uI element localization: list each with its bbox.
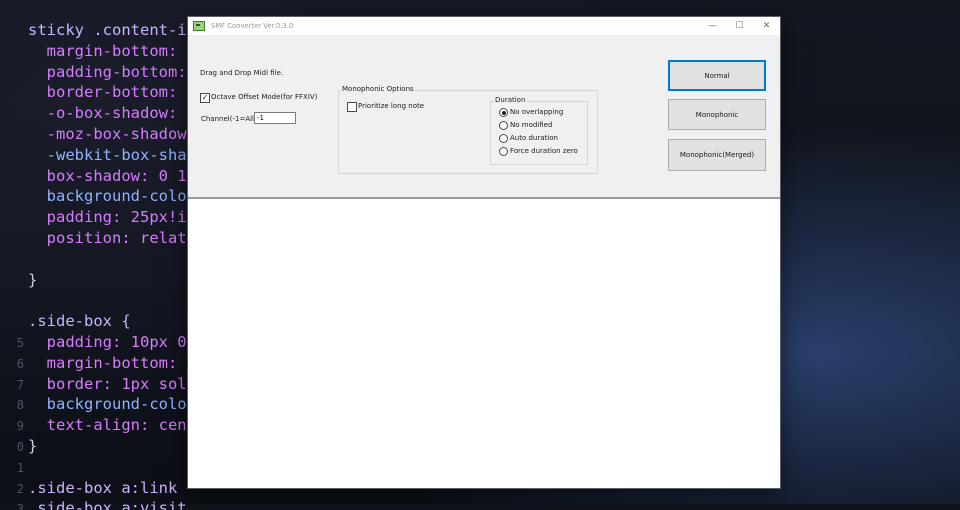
line-number: 9 [16,419,24,434]
prioritize-long-note-checkbox[interactable] [347,102,357,112]
drop-area[interactable] [188,199,780,488]
code-text: margin-bottom: 1 [28,353,196,372]
radio-auto-duration[interactable] [499,134,508,143]
code-text: .side-box a:link [28,478,178,497]
minimize-icon: — [708,21,717,31]
check-icon: ✓ [201,93,209,102]
normal-button[interactable]: Normal [668,60,766,91]
code-text: background-color [28,187,196,206]
line-number: 3 [16,502,24,510]
line-number: 7 [16,377,24,392]
title-bar[interactable]: SMF Converter Ver.0.3.0 — ☐ ✕ [188,17,780,35]
code-text: margin-bottom: 0px [28,41,215,60]
code-text: position: relati [28,228,196,247]
monophonic-button[interactable]: Monophonic [668,99,766,130]
line-number: 0 [16,439,24,454]
code-text: -webkit-box-shado [28,145,206,164]
code-text: -moz-box-shadow: 0 [28,124,215,143]
duration-title: Duration [494,96,527,104]
code-text: box-shadow: 0 1px [28,166,206,185]
client-area: Drag and Drop Midi file. ✓ Octave Offset… [188,35,780,488]
close-button[interactable]: ✕ [753,17,780,35]
code-line: 3 .side-box a:visit [0,498,260,510]
radio-label-no-overlapping: No overlapping [510,108,564,116]
channel-label: Channel(-1=All) [201,115,257,123]
code-text: padding: 25px!im [28,208,196,227]
app-icon [193,21,205,31]
maximize-icon: ☐ [735,21,744,31]
line-number: 6 [16,356,24,371]
window-title: SMF Converter Ver.0.3.0 [211,22,294,30]
radio-force-duration-zero[interactable] [499,147,508,156]
line-number: 1 [16,460,24,475]
smf-converter-window: SMF Converter Ver.0.3.0 — ☐ ✕ Drag and D… [188,17,780,488]
channel-input[interactable]: -1 [254,112,296,124]
window-controls: — ☐ ✕ [699,17,780,35]
monophonic-options-title: Monophonic Options [341,85,415,93]
code-text: background-colo [28,395,187,414]
code-text: .side-box a:visit [28,499,187,510]
close-icon: ✕ [762,21,771,31]
minimize-button[interactable]: — [699,17,726,35]
code-text: border-bottom: 0px [28,83,215,102]
radio-no-overlapping[interactable] [499,108,508,117]
code-text: text-align: cen [28,416,187,435]
octave-offset-checkbox[interactable]: ✓ [200,93,210,103]
radio-no-modified[interactable] [499,121,508,130]
line-number: 5 [16,335,24,350]
code-text: padding: 10px 0; [28,332,196,351]
code-text: -o-box-shadow: 0 1 [28,104,215,123]
code-text: border: 1px soli [28,374,196,393]
octave-offset-label: Octave Offset Mode(for FFXIV) [211,93,318,101]
code-text: } [28,436,38,455]
radio-label-no-modified: No modified [510,121,553,129]
code-text: .side-box { [28,312,131,331]
radio-label-auto-duration: Auto duration [510,134,558,142]
radio-label-force-duration-zero: Force duration zero [510,147,578,155]
maximize-button[interactable]: ☐ [726,17,753,35]
line-number: 8 [16,398,24,413]
prioritize-long-note-label: Prioritize long note [358,102,425,110]
drop-instruction: Drag and Drop Midi file. [200,69,284,77]
code-text: padding-bottom: 0p [28,62,215,81]
monophonic-merged-button[interactable]: Monophonic(Merged) [668,139,766,171]
code-text: } [28,270,38,289]
options-panel: Drag and Drop Midi file. ✓ Octave Offset… [188,35,780,197]
line-number: 2 [16,481,24,496]
